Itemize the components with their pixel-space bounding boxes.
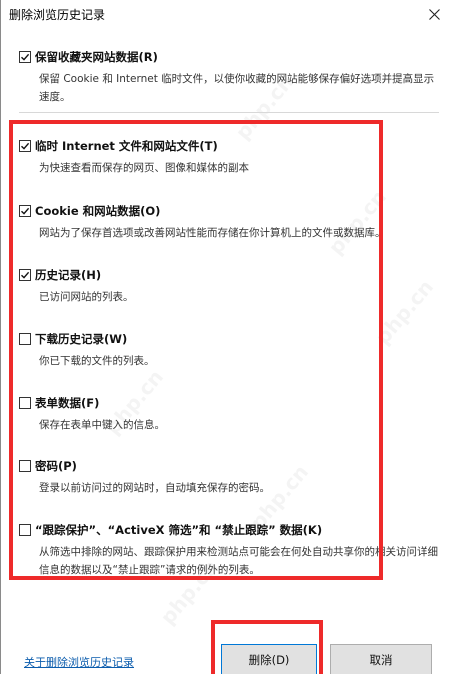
option-cookies: Cookie 和网站数据(O) 网站为了保存首选项或改善网站性能而存储在你计算机… xyxy=(19,204,439,242)
close-icon xyxy=(429,9,440,20)
cancel-button[interactable]: 取消 xyxy=(330,644,432,674)
option-preserve-favorites: 保留收藏夹网站数据(R) 保留 Cookie 和 Internet 临时文件，以… xyxy=(19,50,439,106)
option-row[interactable]: Cookie 和网站数据(O) xyxy=(19,204,439,220)
temp-files-checkbox[interactable] xyxy=(19,140,31,152)
option-row[interactable]: “跟踪保护”、“ActiveX 筛选”和 “禁止跟踪” 数据(K) xyxy=(19,523,439,539)
window-title: 删除浏览历史记录 xyxy=(9,8,106,22)
option-label: 历史记录(H) xyxy=(35,268,102,282)
checkmark-icon xyxy=(21,271,30,279)
option-description: 保存在表单中键入的信息。 xyxy=(39,419,165,431)
option-row[interactable]: 密码(P) xyxy=(19,459,439,475)
option-description: 网站为了保存首选项或改善网站性能而存储在你计算机上的文件或数据库。 xyxy=(39,227,386,239)
option-row[interactable]: 历史记录(H) xyxy=(19,268,439,284)
option-tracking-protection: “跟踪保护”、“ActiveX 筛选”和 “禁止跟踪” 数据(K) 从筛选中排除… xyxy=(19,523,439,579)
option-label: 下载历史记录(W) xyxy=(35,332,128,346)
option-form-data: 表单数据(F) 保存在表单中键入的信息。 xyxy=(19,396,439,434)
preserve-favorites-checkbox[interactable] xyxy=(19,51,31,63)
option-description: 你已下载的文件的列表。 xyxy=(39,355,155,367)
tracking-protection-checkbox[interactable] xyxy=(19,524,31,536)
option-label: 临时 Internet 文件和网站文件(T) xyxy=(35,139,218,153)
title-bar: 删除浏览历史记录 xyxy=(1,0,449,32)
option-description: 登录以前访问过的网站时，自动填充保存的密码。 xyxy=(39,482,270,494)
option-description: 从筛选中排除的网站、跟踪保护用来检测站点可能会在何处自动共享你的相关访问详细信息… xyxy=(39,546,438,576)
history-checkbox[interactable] xyxy=(19,269,31,281)
about-delete-history-link[interactable]: 关于删除浏览历史记录 xyxy=(24,654,134,670)
checkmark-icon xyxy=(21,53,30,61)
checkmark-icon xyxy=(21,142,30,150)
passwords-checkbox[interactable] xyxy=(19,460,31,472)
option-label: 保留收藏夹网站数据(R) xyxy=(35,50,158,64)
delete-browsing-history-dialog: php.cn php.cn php.cn php.cn php.cn php.c… xyxy=(0,0,449,674)
option-description: 保留 Cookie 和 Internet 临时文件，以使你收藏的网站能够保存偏好… xyxy=(39,73,435,103)
checkmark-icon xyxy=(21,207,30,215)
option-label: Cookie 和网站数据(O) xyxy=(35,204,161,218)
option-download-history: 下载历史记录(W) 你已下载的文件的列表。 xyxy=(19,332,439,370)
option-row[interactable]: 表单数据(F) xyxy=(19,396,439,412)
option-label: 表单数据(F) xyxy=(35,396,100,410)
option-passwords: 密码(P) 登录以前访问过的网站时，自动填充保存的密码。 xyxy=(19,459,439,497)
option-description: 为快速查看而保存的网页、图像和媒体的副本 xyxy=(39,162,249,174)
option-description: 已访问网站的列表。 xyxy=(39,291,134,303)
option-label: 密码(P) xyxy=(35,459,77,473)
option-temp-internet-files: 临时 Internet 文件和网站文件(T) 为快速查看而保存的网页、图像和媒体… xyxy=(19,139,439,177)
form-data-checkbox[interactable] xyxy=(19,397,31,409)
option-row[interactable]: 下载历史记录(W) xyxy=(19,332,439,348)
close-button[interactable] xyxy=(420,0,449,30)
option-label: “跟踪保护”、“ActiveX 筛选”和 “禁止跟踪” 数据(K) xyxy=(35,523,323,537)
cookies-checkbox[interactable] xyxy=(19,205,31,217)
separator xyxy=(19,112,439,113)
option-history: 历史记录(H) 已访问网站的列表。 xyxy=(19,268,439,306)
delete-button[interactable]: 删除(D) xyxy=(221,644,317,674)
option-row[interactable]: 临时 Internet 文件和网站文件(T) xyxy=(19,139,439,155)
option-row[interactable]: 保留收藏夹网站数据(R) xyxy=(19,50,439,66)
download-history-checkbox[interactable] xyxy=(19,333,31,345)
